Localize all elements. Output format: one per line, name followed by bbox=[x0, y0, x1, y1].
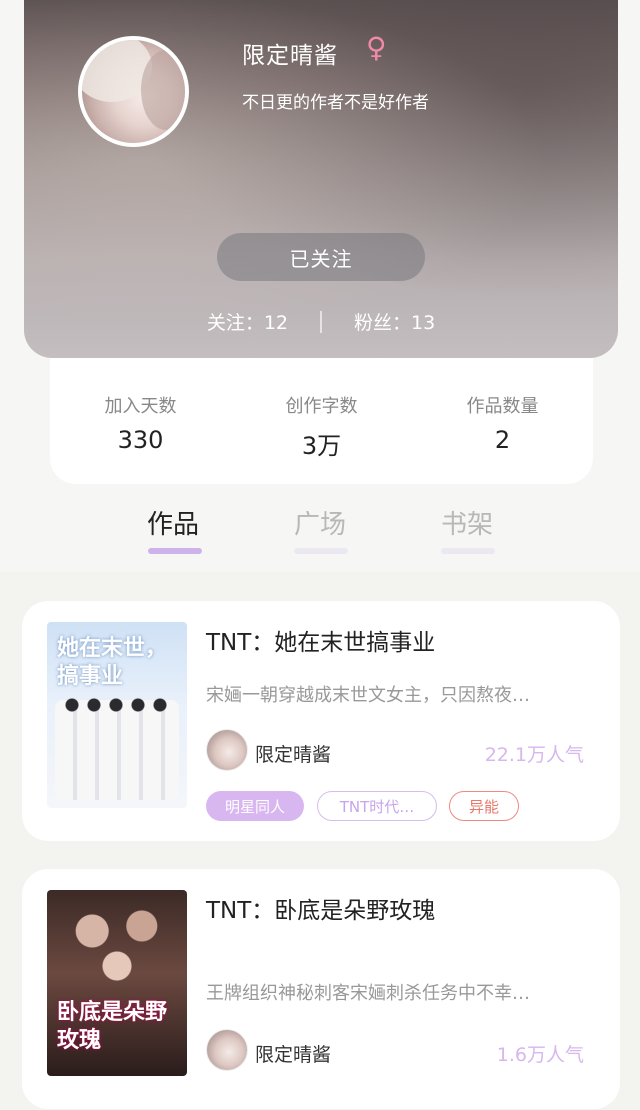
book-card[interactable]: 她在末世，搞事业 TNT：她在末世搞事业 宋婳一朝穿越成末世文女主，只因熬夜… … bbox=[22, 601, 620, 841]
info-value: 3万 bbox=[301, 432, 342, 460]
tab-bookshelf[interactable]: 书架 bbox=[441, 504, 493, 541]
following-count[interactable]: 关注：12 bbox=[207, 308, 288, 335]
book-card[interactable]: 卧底是朵野玫瑰 TNT：卧底是朵野玫瑰 王牌组织神秘刺客宋婳刺杀任务中不幸… 限… bbox=[22, 869, 620, 1109]
tag-ability[interactable]: 异能 bbox=[449, 791, 519, 821]
followers-count[interactable]: 粉丝：13 bbox=[354, 308, 435, 335]
tab-square[interactable]: 广场 bbox=[294, 504, 346, 541]
info-word-count: 创作字数 3万 bbox=[231, 358, 412, 484]
profile-tabs: 作品 广场 书架 bbox=[0, 500, 640, 560]
tab-square-indicator bbox=[294, 548, 348, 554]
avatar-art-shadow bbox=[141, 50, 185, 130]
info-label: 创作字数 bbox=[285, 396, 358, 417]
book-cover[interactable]: 卧底是朵野玫瑰 bbox=[47, 890, 187, 1076]
cover-title: 她在末世，搞事业 bbox=[57, 635, 168, 689]
info-works-count: 作品数量 2 bbox=[412, 358, 593, 484]
author-info-card: 加入天数 330 创作字数 3万 作品数量 2 bbox=[50, 358, 593, 484]
popularity-count: 1.6万人气 bbox=[496, 1044, 584, 1066]
follow-stats: 关注：12 粉丝：13 bbox=[24, 308, 618, 335]
profile-signature: 不日更的作者不是好作者 bbox=[242, 93, 429, 113]
cover-art bbox=[55, 896, 179, 996]
info-value: 2 bbox=[494, 426, 511, 454]
book-title[interactable]: TNT：卧底是朵野玫瑰 bbox=[206, 891, 435, 925]
author-avatar[interactable] bbox=[206, 1029, 248, 1071]
profile-header-area: 限定晴酱 ♀ 不日更的作者不是好作者 已关注 关注：12 粉丝：13 加入天数 … bbox=[0, 0, 640, 572]
book-description: 王牌组织神秘刺客宋婳刺杀任务中不幸… bbox=[206, 983, 530, 1004]
book-cover[interactable]: 她在末世，搞事业 bbox=[47, 622, 187, 808]
popularity-count: 22.1万人气 bbox=[484, 744, 584, 766]
profile-hero-banner: 限定晴酱 ♀ 不日更的作者不是好作者 已关注 关注：12 粉丝：13 bbox=[24, 0, 618, 358]
profile-name: 限定晴酱 bbox=[242, 43, 338, 69]
cover-title: 卧底是朵野玫瑰 bbox=[57, 999, 168, 1053]
author-avatar[interactable] bbox=[206, 729, 248, 771]
profile-avatar[interactable] bbox=[78, 36, 189, 147]
info-label: 作品数量 bbox=[466, 396, 539, 417]
tag-fandom[interactable]: TNT时代… bbox=[317, 791, 437, 821]
info-value: 330 bbox=[117, 426, 164, 454]
author-name[interactable]: 限定晴酱 bbox=[255, 740, 331, 767]
follow-button[interactable]: 已关注 bbox=[217, 233, 425, 281]
author-name[interactable]: 限定晴酱 bbox=[255, 1040, 331, 1067]
tab-bookshelf-indicator bbox=[441, 548, 495, 554]
female-symbol-icon: ♀ bbox=[366, 31, 387, 64]
book-description: 宋婳一朝穿越成末世文女主，只因熬夜… bbox=[206, 685, 530, 706]
cover-art bbox=[55, 692, 179, 800]
info-join-days: 加入天数 330 bbox=[50, 358, 231, 484]
tab-works-indicator bbox=[148, 548, 202, 554]
book-title[interactable]: TNT：她在末世搞事业 bbox=[206, 623, 435, 657]
stats-divider bbox=[320, 310, 322, 333]
info-label: 加入天数 bbox=[104, 396, 177, 417]
tag-genre[interactable]: 明星同人 bbox=[206, 791, 304, 821]
tab-works[interactable]: 作品 bbox=[147, 504, 199, 541]
